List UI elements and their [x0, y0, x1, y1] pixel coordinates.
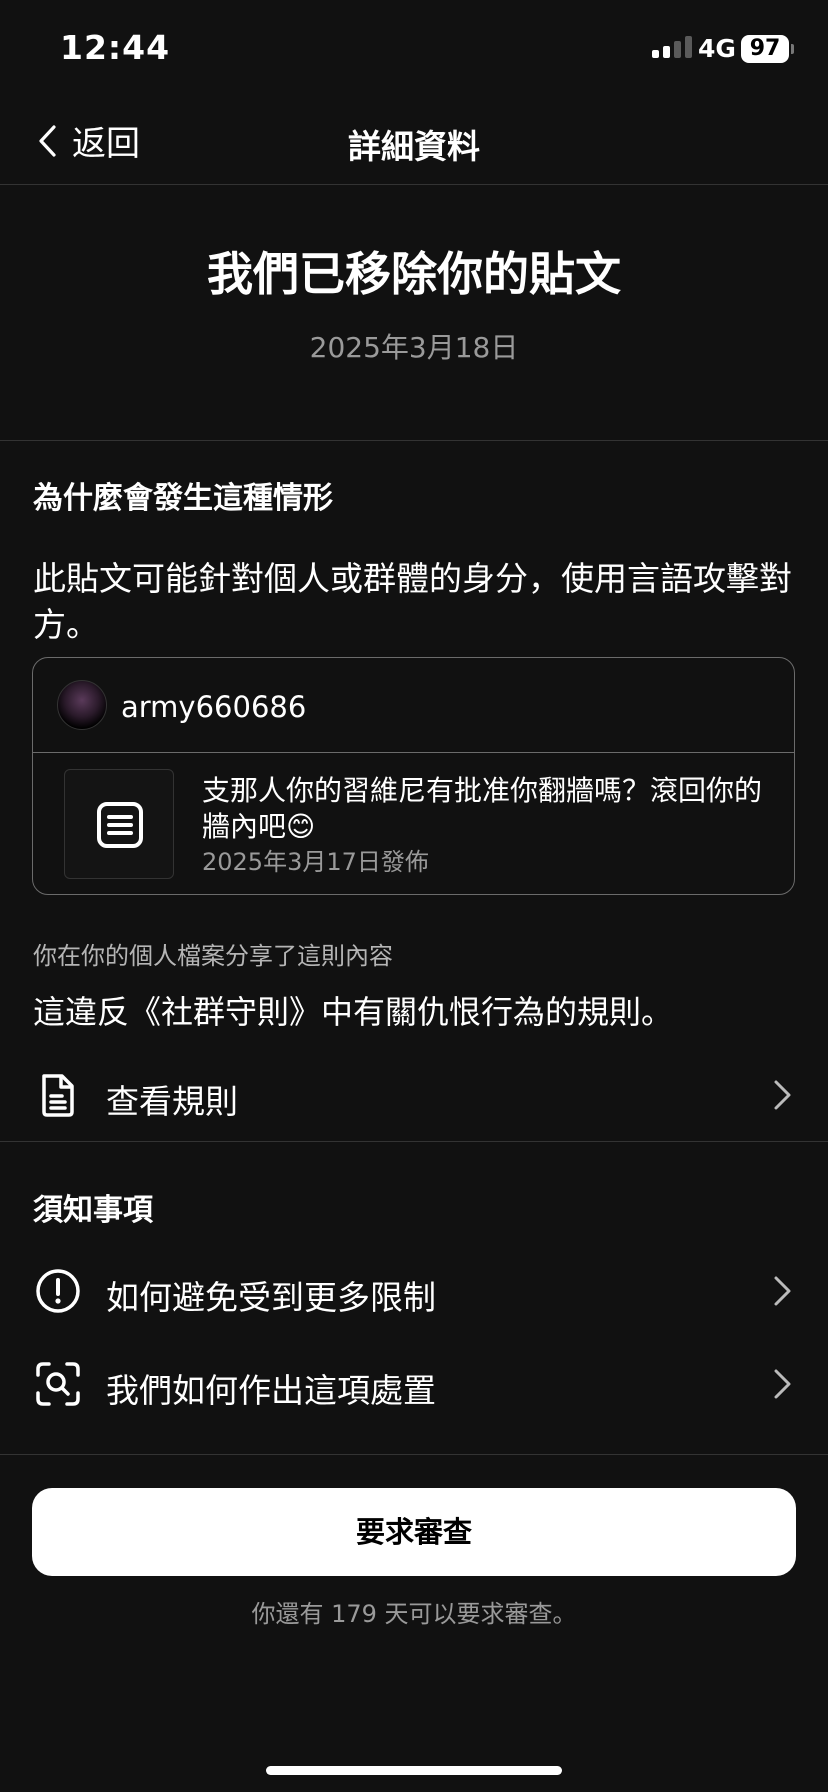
battery-tip [791, 44, 794, 54]
post-date: 2025年3月17日發佈 [202, 848, 429, 876]
document-icon [42, 1074, 74, 1117]
signal-strength-icon [652, 36, 692, 58]
network-type: 4G [698, 34, 736, 63]
scan-search-icon [36, 1362, 80, 1406]
rules-divider [0, 1141, 828, 1142]
view-rules-row[interactable]: 查看規則 [0, 1055, 828, 1135]
alert-circle-icon [36, 1269, 80, 1313]
nav-divider [0, 184, 828, 185]
notes-divider [0, 1454, 828, 1455]
post-text: 支那人你的習維尼有批准你翻牆嗎？滾回你的牆內吧😊 [202, 774, 763, 843]
how-we-decided-label: 我們如何作出這項處置 [106, 1371, 436, 1410]
removal-reason: 此貼文可能針對個人或群體的身分，使用言語攻擊對方。 [33, 559, 792, 644]
post-username: army660686 [121, 690, 307, 724]
how-we-decided-row[interactable]: 我們如何作出這項處置 [0, 1344, 828, 1424]
why-section-title: 為什麼會發生這種情形 [33, 481, 333, 516]
chevron-right-icon [774, 1369, 791, 1399]
chevron-right-icon [774, 1276, 791, 1306]
violation-text: 這違反《社群守則》中有關仇恨行為的規則。 [33, 993, 674, 1031]
post-thumbnail [64, 769, 174, 879]
notes-section-title: 須知事項 [33, 1193, 153, 1228]
removed-post-card: army660686 支那人你的習維尼有批准你翻牆嗎？滾回你的牆內吧😊 2025… [32, 657, 795, 895]
text-post-icon [97, 802, 143, 848]
battery-icon: 97 [741, 35, 789, 63]
removal-date: 2025年3月18日 [309, 331, 519, 364]
card-divider [33, 752, 794, 753]
removal-headline: 我們已移除你的貼文 [207, 247, 621, 301]
avoid-restrictions-label: 如何避免受到更多限制 [106, 1278, 436, 1317]
avatar [57, 680, 107, 730]
request-review-button[interactable]: 要求審查 [32, 1488, 796, 1576]
header-divider [0, 440, 828, 441]
view-rules-label: 查看規則 [106, 1082, 238, 1121]
status-time: 12:44 [60, 28, 171, 67]
chevron-right-icon [774, 1080, 791, 1110]
shared-note: 你在你的個人檔案分享了這則內容 [33, 942, 393, 970]
home-indicator[interactable] [266, 1766, 562, 1775]
page-title: 詳細資料 [348, 127, 480, 166]
avoid-restrictions-row[interactable]: 如何避免受到更多限制 [0, 1251, 828, 1331]
review-days-remaining: 你還有 179 天可以要求審查。 [251, 1600, 577, 1628]
